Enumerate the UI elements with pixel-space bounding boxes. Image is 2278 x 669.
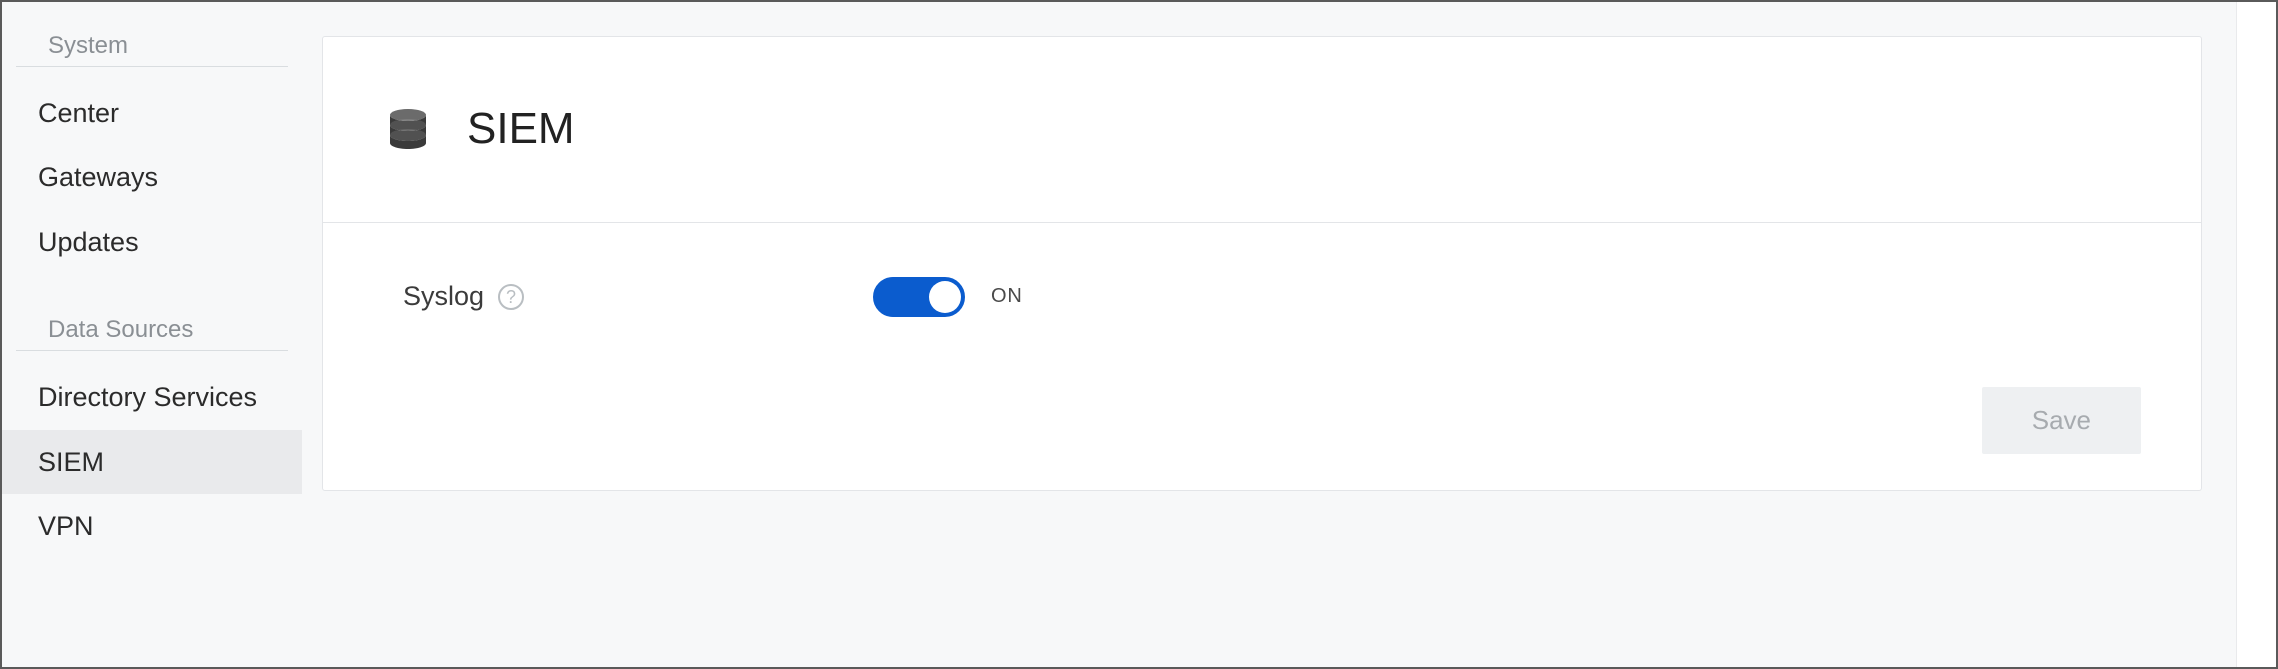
- sidebar: System Center Gateways Updates Data Sour…: [2, 2, 302, 667]
- sidebar-item-gateways[interactable]: Gateways: [2, 145, 302, 209]
- sidebar-item-vpn[interactable]: VPN: [2, 494, 302, 558]
- database-icon: [383, 104, 433, 154]
- setting-row-syslog: Syslog ? ON: [403, 277, 2141, 317]
- right-gutter: [2236, 2, 2276, 667]
- syslog-toggle-state-text: ON: [991, 285, 1023, 308]
- save-button[interactable]: Save: [1982, 387, 2141, 454]
- sidebar-item-center[interactable]: Center: [2, 81, 302, 145]
- sidebar-group-label: Data Sources: [16, 316, 288, 351]
- panel-body: Syslog ? ON Save: [323, 223, 2201, 490]
- sidebar-group-system: System Center Gateways Updates: [2, 32, 302, 274]
- toggle-knob: [929, 281, 961, 313]
- syslog-toggle-wrap: ON: [873, 277, 1023, 317]
- help-icon[interactable]: ?: [498, 284, 524, 310]
- sidebar-item-siem[interactable]: SIEM: [2, 430, 302, 494]
- panel-header: SIEM: [323, 37, 2201, 223]
- sidebar-group-data-sources: Data Sources Directory Services SIEM VPN: [2, 316, 302, 558]
- setting-label-wrap: Syslog ?: [403, 281, 873, 312]
- syslog-label: Syslog: [403, 281, 484, 312]
- sidebar-group-label: System: [16, 32, 288, 67]
- panel-title: SIEM: [467, 104, 575, 154]
- sidebar-item-directory-services[interactable]: Directory Services: [2, 365, 302, 429]
- syslog-toggle[interactable]: [873, 277, 965, 317]
- siem-panel: SIEM Syslog ? ON Save: [322, 36, 2202, 491]
- app-viewport: System Center Gateways Updates Data Sour…: [0, 0, 2278, 669]
- save-row: Save: [403, 317, 2141, 454]
- main-content: SIEM Syslog ? ON Save: [302, 2, 2236, 667]
- sidebar-item-updates[interactable]: Updates: [2, 210, 302, 274]
